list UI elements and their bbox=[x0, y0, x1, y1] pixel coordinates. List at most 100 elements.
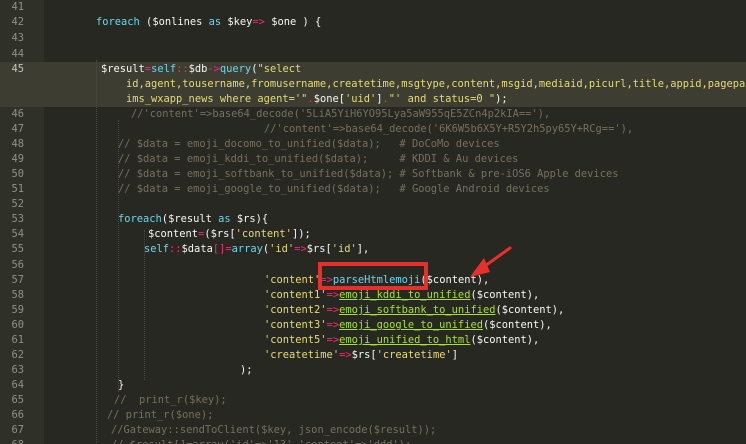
code-text: foreach ($onlines as $key=> $one ) { bbox=[96, 15, 321, 30]
code-token: "' and status=0 " bbox=[388, 93, 496, 105]
line-number: 67 bbox=[11, 424, 24, 436]
code-line[interactable]: 47 //'content'=>base64_decode('6K6W5b6X5Y… bbox=[0, 122, 746, 137]
code-line[interactable]: id,agent,tousername,fromusername,createt… bbox=[0, 77, 746, 92]
line-number: 49 bbox=[11, 153, 24, 165]
code-line[interactable]: 42 foreach ($onlines as $key=> $one ) { bbox=[0, 15, 746, 30]
code-token: emoji_unified_to_html bbox=[339, 334, 471, 346]
indent-guide bbox=[118, 120, 119, 392]
code-line[interactable]: 52 bbox=[0, 197, 746, 212]
code-line[interactable]: 44 bbox=[0, 47, 746, 62]
code-token: => bbox=[326, 319, 340, 331]
code-token: => bbox=[326, 304, 340, 316]
code-line[interactable]: 58 'content1'=>emoji_kddi_to_unified($con… bbox=[0, 288, 746, 303]
code-text: //'content'=>base64_decode('5LiA5YiH6YO9… bbox=[131, 107, 550, 122]
code-line[interactable]: 55 self::$data[]=array('id'=>$rs['id'], bbox=[0, 242, 746, 257]
code-token: $rs bbox=[351, 349, 371, 361]
code-token: $rs bbox=[210, 228, 230, 240]
code-line[interactable]: 46 //'content'=>base64_decode('5LiA5YiH6Y… bbox=[0, 107, 746, 122]
code-editor[interactable]: 41 42 foreach ($onlines as $key=> $one ) {… bbox=[0, 0, 746, 444]
code-token: 'content' bbox=[235, 228, 292, 240]
code-text: 'content1'=>emoji_kddi_to_unified($conte… bbox=[264, 288, 539, 303]
line-number: 61 bbox=[11, 334, 24, 346]
code-line[interactable]: 43 bbox=[0, 31, 746, 46]
code-text: self::$data[]=array('id'=>$rs['id'], bbox=[144, 242, 369, 257]
code-token: ims_wxapp_news where agent='" bbox=[126, 93, 308, 105]
code-token: self bbox=[151, 63, 177, 75]
code-token: emoji_google_to_unified bbox=[339, 319, 483, 331]
line-number: 46 bbox=[11, 108, 24, 120]
code-token: :: bbox=[169, 243, 182, 255]
code-token: //'content'=>base64_decode('5LiA5YiH6YO9… bbox=[131, 108, 551, 120]
code-token: query bbox=[219, 63, 252, 75]
code-token: []= bbox=[212, 243, 232, 255]
code-line[interactable]: 53 foreach($result as $rs){ bbox=[0, 212, 746, 227]
code-token: // $data = emoji_softbank_to_unified($da… bbox=[118, 168, 619, 180]
code-text: //'content'=>base64_decode('6K6W5b6X5Y+R… bbox=[264, 122, 633, 137]
line-number: 55 bbox=[11, 243, 24, 255]
line-number: 63 bbox=[11, 364, 24, 376]
code-token: 'content2' bbox=[264, 304, 327, 316]
code-line[interactable]: 61 'content5'=>emoji_unified_to_html($con… bbox=[0, 333, 746, 348]
code-line[interactable]: 51 // $data = emoji_google_to_unified($da… bbox=[0, 182, 746, 197]
code-token: emoji_softbank_to_unified bbox=[339, 304, 496, 316]
code-token: 'id' bbox=[331, 243, 357, 255]
code-line[interactable]: 67 //Gateway::sendToClient($key, json_enc… bbox=[0, 423, 746, 438]
code-text: // $data = emoji_google_to_unified($data… bbox=[118, 182, 550, 197]
code-token: "select bbox=[257, 63, 302, 75]
code-token: 'createtime' bbox=[264, 349, 340, 361]
code-line[interactable]: 50 // $data = emoji_softbank_to_unified($… bbox=[0, 167, 746, 182]
line-number: 51 bbox=[11, 183, 24, 195]
code-text: //Gateway::sendToClient($key, json_encod… bbox=[111, 423, 436, 438]
code-line[interactable]: 65 // print_r($key); bbox=[0, 393, 746, 408]
code-text: ims_wxapp_news where agent='".$one['uid'… bbox=[126, 92, 508, 107]
line-number: 57 bbox=[11, 274, 24, 286]
code-line[interactable]: 45 $result=self::$db->query("select bbox=[0, 62, 746, 77]
line-number: 47 bbox=[11, 123, 24, 135]
code-token: $db bbox=[188, 63, 208, 75]
code-token: ($content), bbox=[470, 289, 540, 301]
code-line[interactable]: ims_wxapp_news where agent='".$one['uid'… bbox=[0, 92, 746, 107]
code-token: -> bbox=[207, 63, 220, 75]
line-number: 62 bbox=[11, 349, 24, 361]
line-number: 45 bbox=[11, 63, 24, 75]
code-line[interactable]: 60 'content3'=>emoji_google_to_unified($c… bbox=[0, 318, 746, 333]
code-token: $content bbox=[148, 228, 199, 240]
line-number: 42 bbox=[11, 16, 24, 28]
code-token: ]); bbox=[291, 228, 311, 240]
code-text: // $data = emoji_kddi_to_unified($data);… bbox=[118, 152, 518, 167]
line-number: 50 bbox=[11, 168, 24, 180]
code-line[interactable]: 62 'createtime'=>$rs['createtime'] bbox=[0, 348, 746, 363]
code-text: // print_r($one); bbox=[107, 408, 213, 423]
code-token: // $data = emoji_google_to_unified($data… bbox=[118, 183, 550, 195]
code-line[interactable]: 54 $content=($rs['content']); bbox=[0, 227, 746, 242]
code-token: => bbox=[294, 243, 307, 255]
code-token: $data bbox=[181, 243, 213, 255]
code-line[interactable]: 64} bbox=[0, 378, 746, 393]
code-line[interactable]: 66 // print_r($one); bbox=[0, 408, 746, 423]
code-line[interactable]: 59 'content2'=>emoji_softbank_to_unified(… bbox=[0, 303, 746, 318]
line-number: 60 bbox=[11, 319, 24, 331]
line-number: 54 bbox=[11, 228, 24, 240]
code-token: as bbox=[202, 16, 228, 28]
code-text: $result=self::$db->query("select bbox=[101, 62, 301, 77]
code-token: 'uid' bbox=[344, 93, 377, 105]
code-text: foreach($result as $rs){ bbox=[118, 212, 268, 227]
code-line[interactable]: 48 // $data = emoji_docomo_to_unified($da… bbox=[0, 137, 746, 152]
code-text: 'content3'=>emoji_google_to_unified($con… bbox=[264, 318, 552, 333]
code-line[interactable]: 41 bbox=[0, 0, 746, 15]
code-token: 'id' bbox=[269, 243, 295, 255]
code-token: self bbox=[144, 243, 170, 255]
code-token: ($content), bbox=[482, 319, 552, 331]
line-number: 65 bbox=[11, 394, 24, 406]
code-line[interactable]: 49 // $data = emoji_kddi_to_unified($data… bbox=[0, 152, 746, 167]
code-token: ] bbox=[451, 349, 458, 361]
code-line[interactable]: 68 // $result[]=array('id'=>'13','content… bbox=[0, 438, 746, 444]
code-token: => bbox=[339, 349, 352, 361]
code-token: // $result[]=array('id'=>'13','content'=… bbox=[111, 439, 411, 444]
line-number: 66 bbox=[11, 409, 24, 421]
line-number: 68 bbox=[0, 438, 24, 444]
code-line[interactable]: 63); bbox=[0, 363, 746, 378]
code-token: as bbox=[211, 213, 237, 225]
code-token: 'createtime' bbox=[376, 349, 452, 361]
code-token: // print_r($one); bbox=[107, 409, 214, 421]
